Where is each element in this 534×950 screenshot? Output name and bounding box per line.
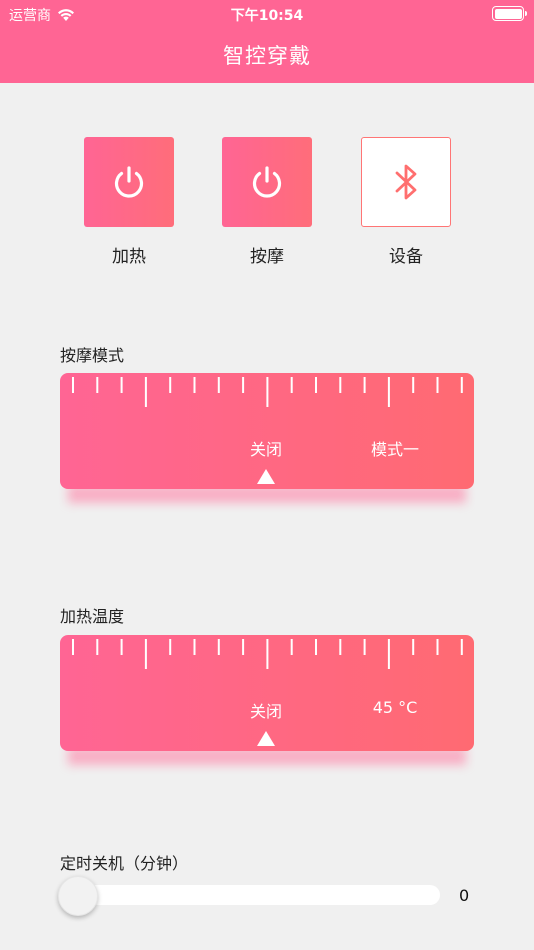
- ruler-pointer-icon: [257, 469, 275, 484]
- heating-temp-label: 加热温度: [60, 607, 125, 626]
- toggle-device-group: 设备: [361, 137, 451, 267]
- ruler-pointer-icon: [257, 731, 275, 746]
- battery-icon: [492, 6, 527, 21]
- ruler-ticks: [72, 377, 463, 407]
- heating-power-button[interactable]: [84, 137, 174, 227]
- heating-temp-picker: 关闭 45 °C: [60, 635, 474, 770]
- massage-option-mode1[interactable]: 模式一: [371, 436, 419, 460]
- massage-mode-picker: 关闭 模式一: [60, 373, 474, 508]
- toggle-massage-group: 按摩: [222, 137, 312, 267]
- heating-label: 加热: [112, 247, 146, 267]
- massage-mode-ruler[interactable]: 关闭 模式一: [60, 373, 474, 489]
- heating-option-45[interactable]: 45 °C: [373, 698, 418, 717]
- status-bar: 运营商 下午10:54: [0, 0, 534, 28]
- timer-slider-track[interactable]: [60, 885, 440, 905]
- heating-temp-ruler[interactable]: 关闭 45 °C: [60, 635, 474, 751]
- ruler-ticks: [72, 639, 463, 669]
- heating-option-off[interactable]: 关闭: [250, 698, 282, 722]
- timer-label: 定时关机（分钟）: [60, 854, 189, 873]
- status-time: 下午10:54: [230, 8, 304, 24]
- device-bluetooth-button[interactable]: [361, 137, 451, 227]
- timer-value: 0: [459, 886, 470, 905]
- page-title: 智控穿戴: [223, 44, 311, 68]
- massage-option-off[interactable]: 关闭: [250, 436, 282, 460]
- massage-mode-label: 按摩模式: [60, 346, 125, 365]
- header: 运营商 下午10:54 智控穿戴: [0, 0, 534, 83]
- bluetooth-icon: [395, 164, 417, 200]
- power-icon: [252, 166, 282, 198]
- toggle-heating-group: 加热: [84, 137, 174, 267]
- massage-power-button[interactable]: [222, 137, 312, 227]
- massage-label: 按摩: [250, 247, 284, 267]
- power-icon: [114, 166, 144, 198]
- device-label: 设备: [389, 247, 423, 267]
- timer-slider-thumb[interactable]: [58, 876, 98, 916]
